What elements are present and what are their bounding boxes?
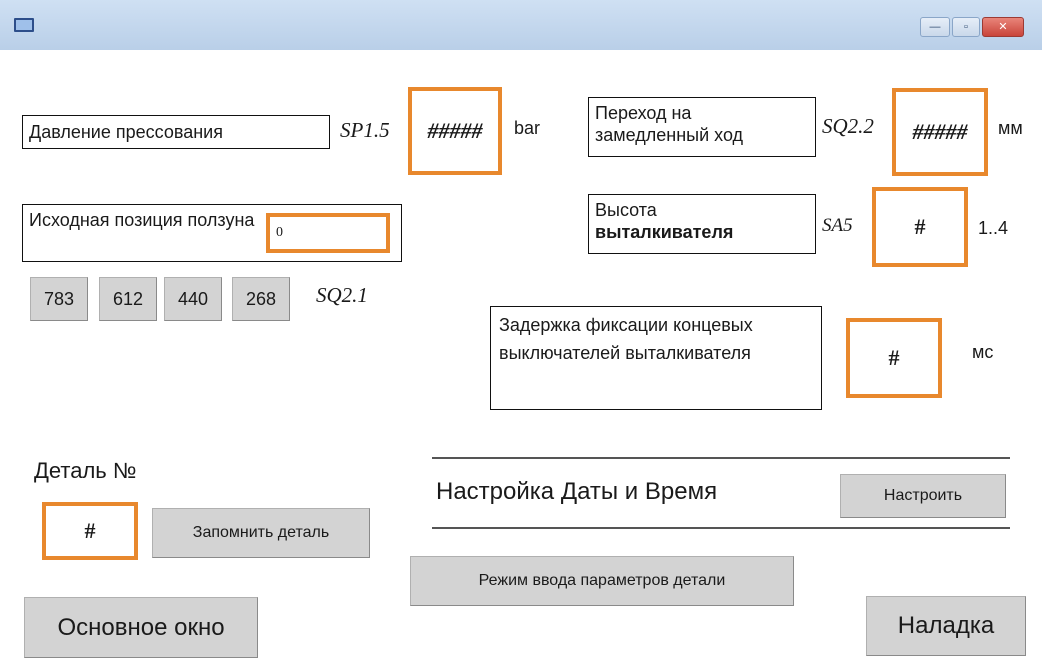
delay-value: #	[888, 345, 900, 370]
datetime-label: Настройка Даты и Время	[436, 478, 718, 505]
title-bar	[0, 0, 1042, 50]
position-783-button[interactable]: 783	[30, 277, 88, 321]
slowdown-label: Переход на замедленный ход	[588, 97, 816, 157]
ejector-height-label: Высота выталкивателя	[588, 194, 816, 254]
pressure-unit: bar	[514, 118, 541, 138]
ejector-height-input[interactable]: #	[872, 187, 968, 267]
adjust-button[interactable]: Наладка	[866, 596, 1026, 656]
slider-position-input[interactable]: 0	[266, 213, 390, 253]
slowdown-unit: мм	[998, 118, 1023, 138]
delay-label: Задержка фиксации концевых выключателей …	[490, 306, 822, 410]
ejector-height-label-line2: выталкивателя	[595, 222, 734, 242]
part-number-value: #	[84, 518, 96, 543]
position-612-button[interactable]: 612	[99, 277, 157, 321]
slider-position-value: 0	[276, 225, 283, 240]
ejector-height-range: 1..4	[978, 218, 1009, 238]
ejector-height-tag: SA5	[822, 215, 853, 236]
close-button[interactable]: ✕	[982, 17, 1024, 37]
maximize-button[interactable]: ▫	[952, 17, 980, 37]
pressure-value: #####	[427, 118, 483, 143]
part-number-input[interactable]: #	[42, 502, 138, 560]
position-440-button[interactable]: 440	[164, 277, 222, 321]
part-number-label: Деталь №	[34, 458, 137, 483]
delay-unit: мс	[972, 342, 994, 362]
position-268-button[interactable]: 268	[232, 277, 290, 321]
delay-input[interactable]: #	[846, 318, 942, 398]
datetime-setup-button[interactable]: Настроить	[840, 474, 1006, 518]
pressure-tag: SP1.5	[340, 118, 390, 142]
datetime-bottom-divider	[432, 527, 1010, 529]
position-tag: SQ2.1	[316, 283, 368, 307]
slowdown-tag: SQ2.2	[822, 114, 874, 138]
pressure-input[interactable]: #####	[408, 87, 502, 175]
pressure-label: Давление прессования	[22, 115, 330, 149]
minimize-button[interactable]: —	[920, 17, 950, 37]
datetime-top-divider	[432, 457, 1010, 459]
ejector-height-label-line1: Высота	[595, 200, 657, 220]
ejector-height-value: #	[914, 214, 926, 239]
window-app-icon	[14, 18, 34, 32]
slowdown-value: #####	[912, 119, 968, 144]
remember-part-button[interactable]: Запомнить деталь	[152, 508, 370, 558]
main-window-button[interactable]: Основное окно	[24, 597, 258, 658]
slowdown-input[interactable]: #####	[892, 88, 988, 176]
part-params-mode-button[interactable]: Режим ввода параметров детали	[410, 556, 794, 606]
